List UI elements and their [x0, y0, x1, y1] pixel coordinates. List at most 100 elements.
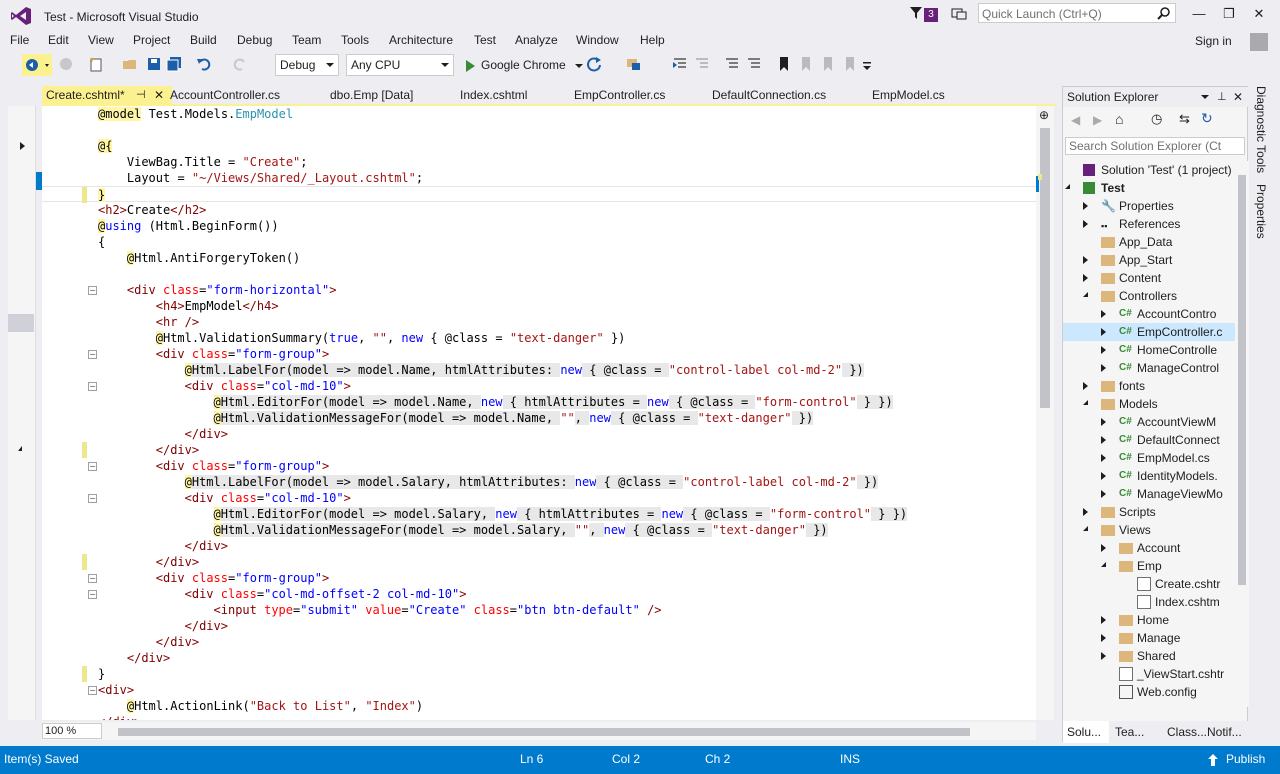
tree-item[interactable]: Web.config	[1063, 683, 1235, 701]
tab-emp-controller[interactable]: EmpController.cs	[570, 86, 700, 104]
chevron-down-icon[interactable]	[1201, 95, 1209, 99]
chevron-down-icon[interactable]	[575, 63, 584, 68]
collapsed-icon[interactable]	[1101, 418, 1106, 426]
tab-solution-explorer[interactable]: Solu...	[1063, 721, 1109, 743]
tree-item[interactable]: Controllers	[1063, 287, 1235, 305]
restore-button[interactable]: ❐	[1216, 4, 1242, 24]
navigation-gutter[interactable]	[8, 106, 36, 720]
tab-emp-model[interactable]: EmpModel.cs	[868, 86, 978, 104]
tree-item[interactable]: C# AccountViewM	[1063, 413, 1235, 431]
undo-icon[interactable]	[196, 56, 212, 72]
collapse-region-icon[interactable]: −	[88, 686, 97, 695]
solution-tree[interactable]: Solution 'Test' (1 project) Test 🔧 Properti…	[1063, 161, 1235, 707]
tree-item[interactable]: C# DefaultConnect	[1063, 431, 1235, 449]
next-bookmark-icon[interactable]	[820, 56, 836, 72]
collapsed-icon[interactable]	[1101, 652, 1106, 660]
configuration-dropdown[interactable]: Debug	[275, 54, 339, 76]
code-line[interactable]: </div>	[42, 538, 1036, 554]
collapsed-icon[interactable]	[1083, 202, 1088, 210]
tab-notifications[interactable]: Notif...	[1203, 721, 1249, 743]
publish-button[interactable]: Publish	[1226, 752, 1265, 766]
collapsed-icon[interactable]	[1101, 616, 1106, 624]
tree-item[interactable]: Content	[1063, 269, 1235, 287]
redo-icon[interactable]	[232, 56, 248, 72]
code-line[interactable]	[42, 122, 1036, 138]
expanded-icon[interactable]	[1083, 292, 1088, 297]
tree-item[interactable]: 🔧 Properties	[1063, 197, 1235, 215]
tree-item[interactable]: C# AccountContro	[1063, 305, 1235, 323]
code-line[interactable]: <hr />	[42, 314, 1036, 330]
menu-view[interactable]: View	[88, 33, 114, 47]
code-line[interactable]: </div>	[42, 554, 1036, 570]
expanded-icon[interactable]	[1083, 526, 1088, 531]
menu-debug[interactable]: Debug	[237, 33, 272, 47]
minimize-button[interactable]: —	[1186, 4, 1212, 24]
tree-item[interactable]: C# IdentityModels.	[1063, 467, 1235, 485]
navigate-forward-icon[interactable]	[58, 56, 74, 72]
collapse-region-icon[interactable]: −	[88, 350, 97, 359]
horizontal-scroll-thumb[interactable]	[118, 728, 970, 736]
scroll-thumb[interactable]	[1040, 128, 1050, 408]
tree-item[interactable]: Create.cshtr	[1063, 575, 1235, 593]
menu-project[interactable]: Project	[133, 33, 170, 47]
tab-dbo-emp-data[interactable]: dbo.Emp [Data]	[326, 86, 446, 104]
collapse-icon[interactable]	[18, 446, 22, 451]
code-line[interactable]: − <div class="form-horizontal">	[42, 282, 1036, 298]
tab-create-cshtml[interactable]: Create.cshtml* ⊣ ✕	[42, 86, 172, 104]
tab-default-connection[interactable]: DefaultConnection.cs	[708, 86, 858, 104]
collapse-region-icon[interactable]: −	[88, 590, 97, 599]
code-line[interactable]: </div>	[42, 426, 1036, 442]
code-line[interactable]: − <div class="col-md-10">	[42, 490, 1036, 506]
collapsed-icon[interactable]	[1101, 472, 1106, 480]
save-all-icon[interactable]	[166, 56, 182, 72]
properties-tab[interactable]: Properties	[1254, 184, 1268, 239]
split-editor-icon[interactable]: ⊕	[1039, 108, 1049, 122]
expand-icon[interactable]	[20, 142, 25, 150]
publish-arrow-icon[interactable]	[1208, 754, 1218, 766]
notification-count-badge[interactable]: 3	[924, 8, 938, 22]
tree-item[interactable]: Emp	[1063, 557, 1235, 575]
tree-item[interactable]: C# EmpModel.cs	[1063, 449, 1235, 467]
code-line[interactable]: @Html.ValidationSummary(true, "", new { …	[42, 330, 1036, 346]
collapse-region-icon[interactable]: −	[88, 382, 97, 391]
solution-explorer-search[interactable]: Search Solution Explorer (Ct	[1065, 137, 1245, 155]
tree-item[interactable]: _ViewStart.cshtr	[1063, 665, 1235, 683]
step-over-icon[interactable]	[694, 56, 710, 72]
menu-team[interactable]: Team	[292, 33, 321, 47]
pending-changes-icon[interactable]: ◷	[1151, 111, 1162, 127]
code-line[interactable]: }	[42, 186, 1036, 203]
code-line[interactable]: @Html.LabelFor(model => model.Salary, ht…	[42, 474, 1036, 490]
tree-item[interactable]: App_Start	[1063, 251, 1235, 269]
tree-item[interactable]: Test	[1063, 179, 1235, 197]
code-line[interactable]: @Html.ValidationMessageFor(model => mode…	[42, 522, 1036, 538]
tree-item[interactable]: C# EmpController.c	[1063, 323, 1235, 341]
save-icon[interactable]	[146, 56, 162, 72]
menu-build[interactable]: Build	[190, 33, 217, 47]
collapse-region-icon[interactable]: −	[88, 494, 97, 503]
collapsed-icon[interactable]	[1101, 634, 1106, 642]
code-line[interactable]: {	[42, 234, 1036, 250]
tree-item[interactable]: Views	[1063, 521, 1235, 539]
bookmark-icon[interactable]	[776, 56, 792, 72]
collapsed-icon[interactable]	[1101, 364, 1106, 372]
tree-item[interactable]: Scripts	[1063, 503, 1235, 521]
menu-analyze[interactable]: Analyze	[515, 33, 558, 47]
code-line[interactable]: − <div class="col-md-10">	[42, 378, 1036, 394]
code-line[interactable]	[42, 266, 1036, 282]
browser-link-icon[interactable]	[626, 56, 642, 72]
collapse-region-icon[interactable]: −	[88, 462, 97, 471]
collapsed-icon[interactable]	[1101, 490, 1106, 498]
zoom-level-dropdown[interactable]: 100 %	[42, 723, 102, 739]
tree-item[interactable]: ▪▪ References	[1063, 215, 1235, 233]
start-debugging-button[interactable]: Google Chrome	[462, 52, 584, 78]
quick-launch-input[interactable]: Quick Launch (Ctrl+Q)	[978, 3, 1176, 23]
navigate-back-icon[interactable]	[22, 54, 52, 76]
editor-vertical-scrollbar[interactable]: ⊕	[1036, 106, 1054, 720]
code-line[interactable]: ViewBag.Title = "Create";	[42, 154, 1036, 170]
scroll-thumb[interactable]	[1238, 175, 1246, 585]
collapse-region-icon[interactable]: −	[88, 574, 97, 583]
pin-icon[interactable]: ⊥	[1217, 87, 1227, 107]
collapsed-icon[interactable]	[1101, 310, 1106, 318]
menu-help[interactable]: Help	[640, 33, 665, 47]
sync-icon[interactable]: ⇆	[1179, 111, 1190, 127]
